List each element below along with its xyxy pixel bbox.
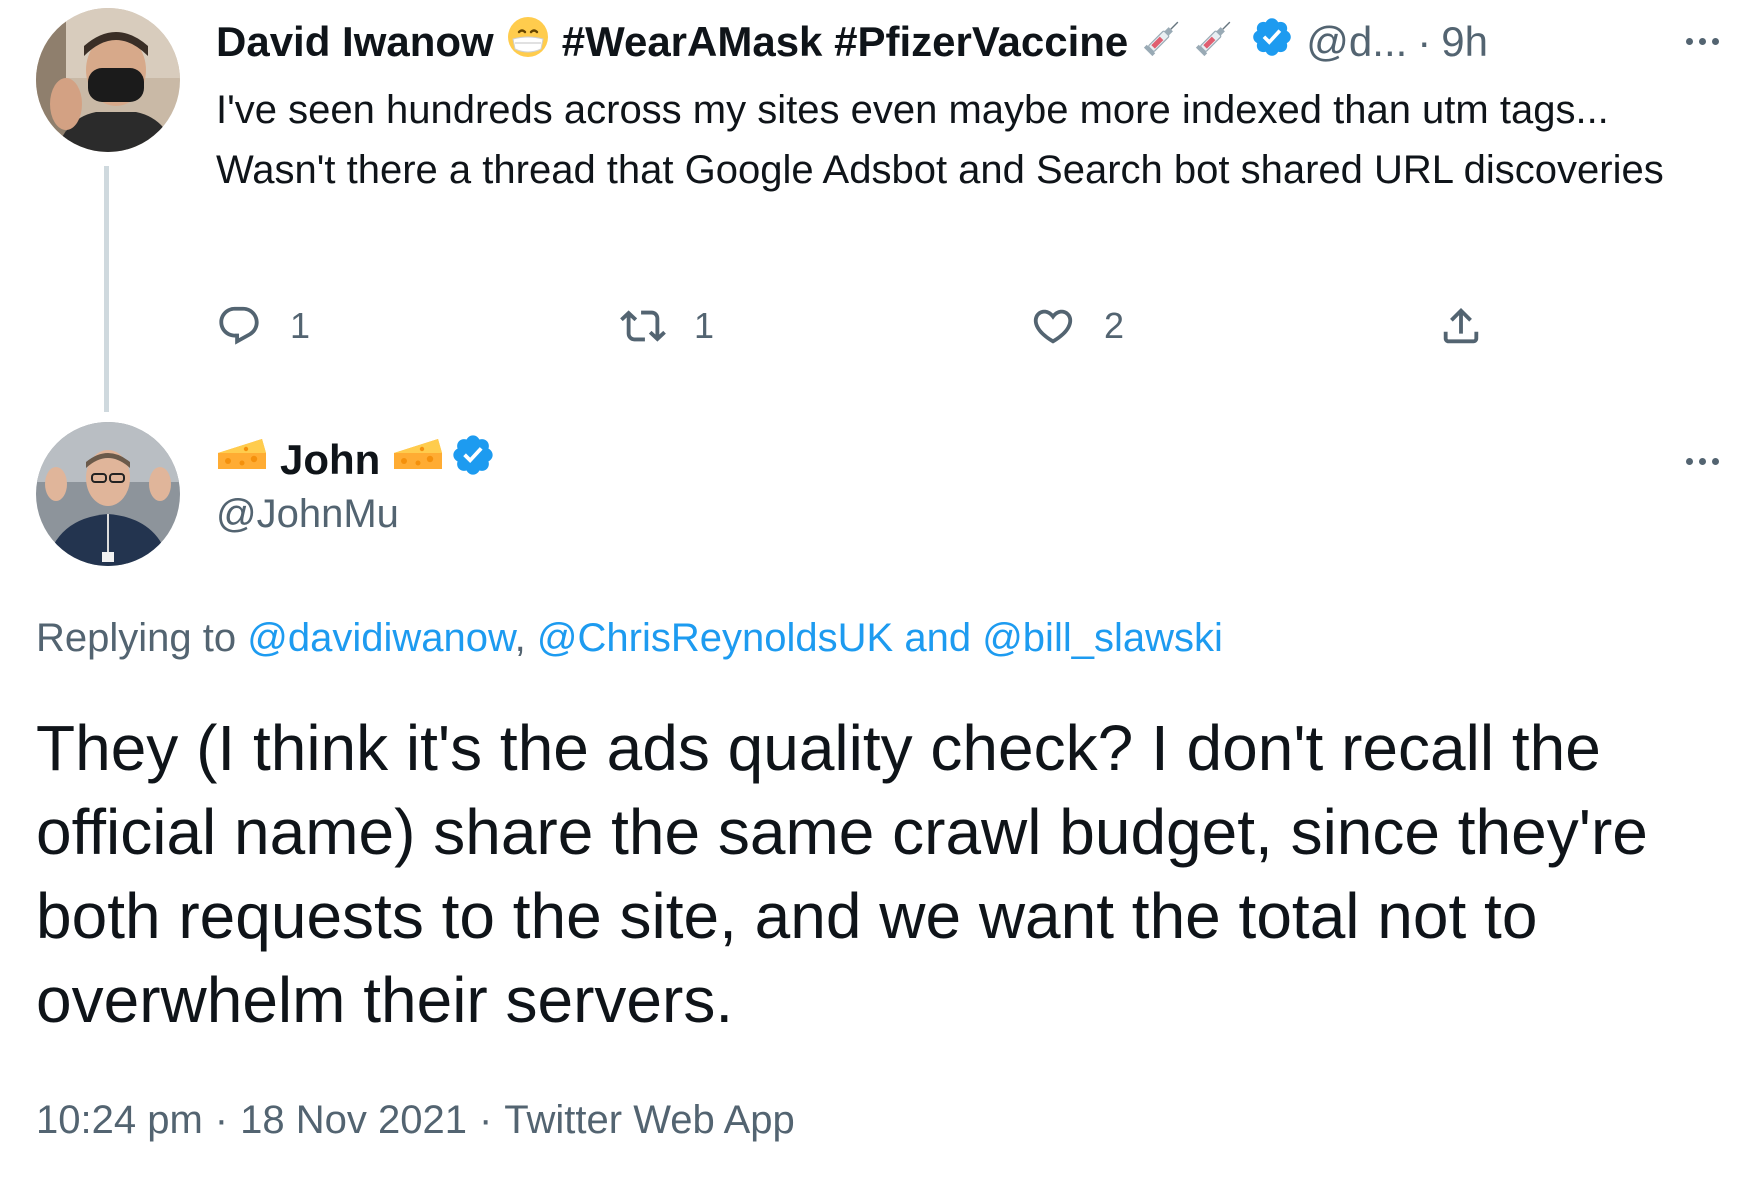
parent-tweet[interactable]: David Iwanow #WearAMask #PfizerVaccine @…	[0, 0, 1763, 412]
avatar[interactable]	[36, 422, 180, 566]
mention-link[interactable]: @bill_slawski	[982, 616, 1223, 660]
replying-comma: ,	[514, 616, 526, 660]
tweet-text: They (I think it's the ads quality check…	[36, 712, 1648, 1036]
heart-icon	[1033, 309, 1073, 344]
replying-to: Replying to @davidiwanow, @ChrisReynolds…	[36, 616, 1223, 661]
author-handle[interactable]: @JohnMu	[216, 492, 399, 537]
profile-hashtags[interactable]: #WearAMask #PfizerVaccine	[562, 18, 1129, 66]
tweet-time[interactable]: 9h	[1441, 18, 1488, 66]
tweet-header: John	[216, 430, 496, 490]
more-options-icon[interactable]	[1686, 458, 1719, 465]
retweet-count: 1	[694, 305, 715, 346]
cheese-emoji	[216, 433, 268, 487]
reply-count: 1	[290, 305, 311, 346]
verified-badge-icon	[450, 432, 496, 488]
tweet-timestamp[interactable]: 10:24 pm	[36, 1098, 203, 1142]
mention-link[interactable]: @ChrisReynoldsUK	[537, 616, 893, 660]
like-button[interactable]: 2	[1030, 296, 1124, 356]
tweet-header: David Iwanow #WearAMask #PfizerVaccine @…	[216, 12, 1488, 72]
retweet-button[interactable]: 1	[620, 296, 714, 356]
syringe-emoji	[1140, 14, 1186, 70]
tweet-meta: 10:24 pm · 18 Nov 2021 · Twitter Web App	[36, 1098, 795, 1143]
avatar[interactable]	[36, 8, 180, 152]
tweet-thread: David Iwanow #WearAMask #PfizerVaccine @…	[0, 0, 1763, 1186]
more-options-icon[interactable]	[1686, 38, 1719, 45]
reply-button[interactable]: 1	[216, 296, 310, 356]
tweet-text: I've seen hundreds across my sites even …	[216, 88, 1664, 192]
reply-icon	[219, 306, 259, 345]
cheese-emoji	[392, 433, 444, 487]
tweet-source: Twitter Web App	[504, 1098, 795, 1142]
tweet-date[interactable]: 18 Nov 2021	[240, 1098, 467, 1142]
separator-dot: ·	[1417, 18, 1432, 65]
verified-badge-icon	[1250, 15, 1294, 69]
replying-and: and	[904, 616, 972, 660]
retweet-icon	[620, 310, 666, 342]
syringe-emoji	[1192, 14, 1238, 70]
replying-prefix: Replying to	[36, 616, 237, 660]
share-button[interactable]	[1438, 296, 1484, 356]
display-name[interactable]: John	[280, 436, 380, 484]
author-handle[interactable]: @d...	[1306, 18, 1407, 66]
avatar-photo-david	[36, 8, 180, 152]
separator-dot: ·	[478, 1098, 493, 1142]
tweet-action-bar: 1 1 2	[216, 296, 1516, 356]
mask-face-emoji	[506, 15, 550, 69]
like-count: 2	[1104, 305, 1125, 346]
display-name[interactable]: David Iwanow	[216, 18, 494, 66]
mention-link[interactable]: @davidiwanow	[247, 616, 514, 660]
share-icon	[1443, 307, 1479, 344]
separator-dot: ·	[214, 1098, 229, 1142]
avatar-photo-john	[36, 422, 180, 566]
thread-connector-line	[104, 166, 109, 412]
